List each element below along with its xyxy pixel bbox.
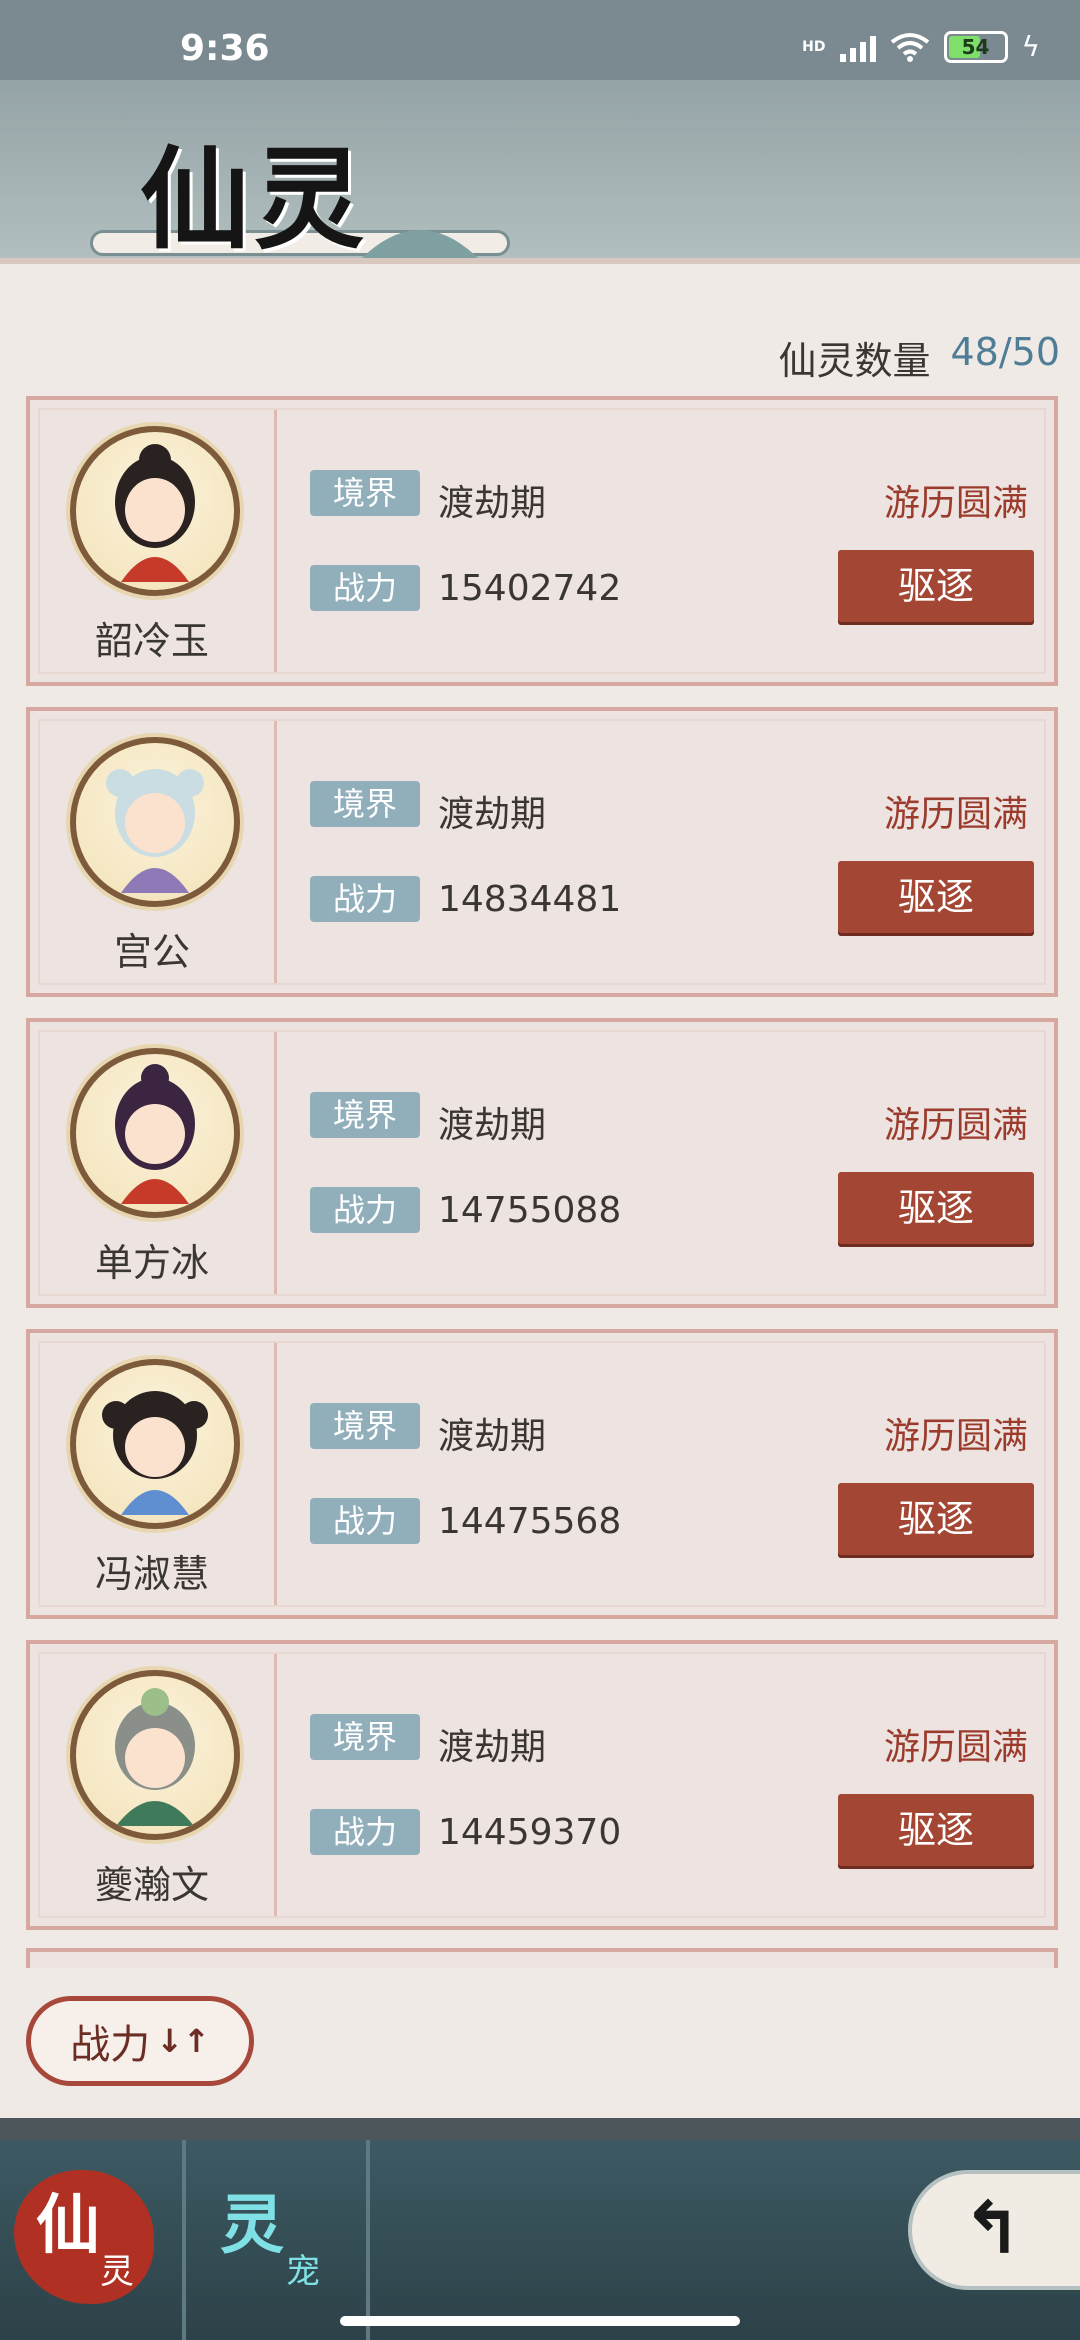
page-title: 仙灵	[140, 135, 368, 264]
power-value: 14834481	[438, 879, 622, 920]
travel-status: 游历圆满	[883, 794, 1028, 835]
card-divider	[274, 1032, 277, 1294]
spirit-name: 冯淑慧	[94, 1552, 209, 1596]
realm-value: 渡劫期	[438, 1105, 547, 1146]
back-arrow-icon: ↰	[962, 2186, 1023, 2270]
spirit-name: 韶冷玉	[94, 619, 209, 663]
travel-status: 游历圆满	[883, 483, 1028, 524]
spirit-name: 宫公	[113, 930, 190, 974]
power-value: 14475568	[438, 1501, 622, 1542]
expel-button[interactable]: 驱逐	[838, 861, 1034, 933]
realm-value: 渡劫期	[438, 1727, 547, 1768]
travel-status: 游历圆满	[883, 1105, 1028, 1146]
home-indicator[interactable]	[340, 2316, 740, 2326]
realm-value: 渡劫期	[438, 794, 547, 835]
power-tag: 战力	[310, 565, 420, 611]
expel-button[interactable]: 驱逐	[838, 1483, 1034, 1555]
status-time: 9:36	[180, 28, 270, 69]
tab-xianling-big: 仙	[36, 2188, 100, 2263]
card-divider	[274, 1654, 277, 1916]
realm-tag: 境界	[310, 1403, 420, 1449]
spirit-count-label: 仙灵数量	[778, 339, 931, 383]
spirit-count-value: 48/50	[950, 330, 1060, 374]
tab-xianling[interactable]: 仙 灵	[14, 2164, 164, 2304]
spirit-card[interactable]: 冯淑慧 境界 渡劫期 战力 14475568 游历圆满 驱逐	[26, 1329, 1058, 1619]
tab-lingchong[interactable]: 灵 宠	[206, 2164, 356, 2304]
pine-decoration-icon	[360, 230, 480, 260]
avatar[interactable]	[70, 1670, 240, 1840]
card-divider	[274, 1343, 277, 1605]
wifi-icon	[890, 32, 929, 62]
spirit-name: 夔瀚文	[94, 1863, 209, 1907]
expel-button[interactable]: 驱逐	[838, 1172, 1034, 1244]
spirit-card[interactable]: 韶冷玉 境界 渡劫期 战力 15402742 游历圆满 驱逐	[26, 396, 1058, 686]
sort-arrows-icon: ↓↑	[156, 2022, 210, 2060]
status-icons: HD 54 ϟ	[802, 30, 1040, 63]
spirit-count: 仙灵数量 48/50	[778, 330, 1060, 385]
spirit-card[interactable]: 单方冰 境界 渡劫期 战力 14755088 游历圆满 驱逐	[26, 1018, 1058, 1308]
sort-by-power-button[interactable]: 战力 ↓↑	[26, 1996, 254, 2086]
avatar[interactable]	[70, 1048, 240, 1218]
realm-tag: 境界	[310, 470, 420, 516]
card-divider	[274, 721, 277, 983]
card-divider	[274, 410, 277, 672]
power-tag: 战力	[310, 1809, 420, 1855]
spirit-name: 单方冰	[94, 1241, 209, 1285]
realm-tag: 境界	[310, 781, 420, 827]
power-value: 14459370	[438, 1812, 622, 1853]
power-tag: 战力	[310, 1498, 420, 1544]
spirit-card[interactable]: 宫公 境界 渡劫期 战力 14834481 游历圆满 驱逐	[26, 707, 1058, 997]
power-value: 15402742	[438, 568, 622, 609]
tab-lingchong-small: 宠	[286, 2252, 320, 2292]
power-tag: 战力	[310, 1187, 420, 1233]
nav-divider	[366, 2140, 370, 2340]
realm-value: 渡劫期	[438, 483, 547, 524]
expel-button[interactable]: 驱逐	[838, 550, 1034, 622]
nav-divider	[182, 2140, 186, 2340]
power-value: 14755088	[438, 1190, 622, 1231]
battery-level: 54	[961, 34, 990, 59]
tab-lingchong-big: 灵	[220, 2188, 284, 2263]
spirit-card[interactable]: 夔瀚文 境界 渡劫期 战力 14459370 游历圆满 驱逐	[26, 1640, 1058, 1930]
power-tag: 战力	[310, 876, 420, 922]
battery-icon: 54	[943, 30, 1008, 63]
realm-tag: 境界	[310, 1714, 420, 1760]
realm-tag: 境界	[310, 1092, 420, 1138]
network-type: HD	[802, 38, 826, 55]
avatar[interactable]	[70, 737, 240, 907]
charging-icon: ϟ	[1021, 30, 1040, 63]
travel-status: 游历圆满	[883, 1416, 1028, 1457]
expel-button[interactable]: 驱逐	[838, 1794, 1034, 1866]
travel-status: 游历圆满	[883, 1727, 1028, 1768]
status-bar: 9:36 HD 54 ϟ	[0, 0, 1080, 80]
avatar[interactable]	[70, 1359, 240, 1529]
realm-value: 渡劫期	[438, 1416, 547, 1457]
spirit-card-partial	[26, 1948, 1058, 1968]
tab-xianling-small: 灵	[100, 2252, 134, 2292]
sort-button-label: 战力	[70, 2022, 151, 2068]
back-button[interactable]: ↰	[908, 2170, 1080, 2290]
signal-icon	[839, 32, 876, 62]
avatar[interactable]	[70, 426, 240, 596]
